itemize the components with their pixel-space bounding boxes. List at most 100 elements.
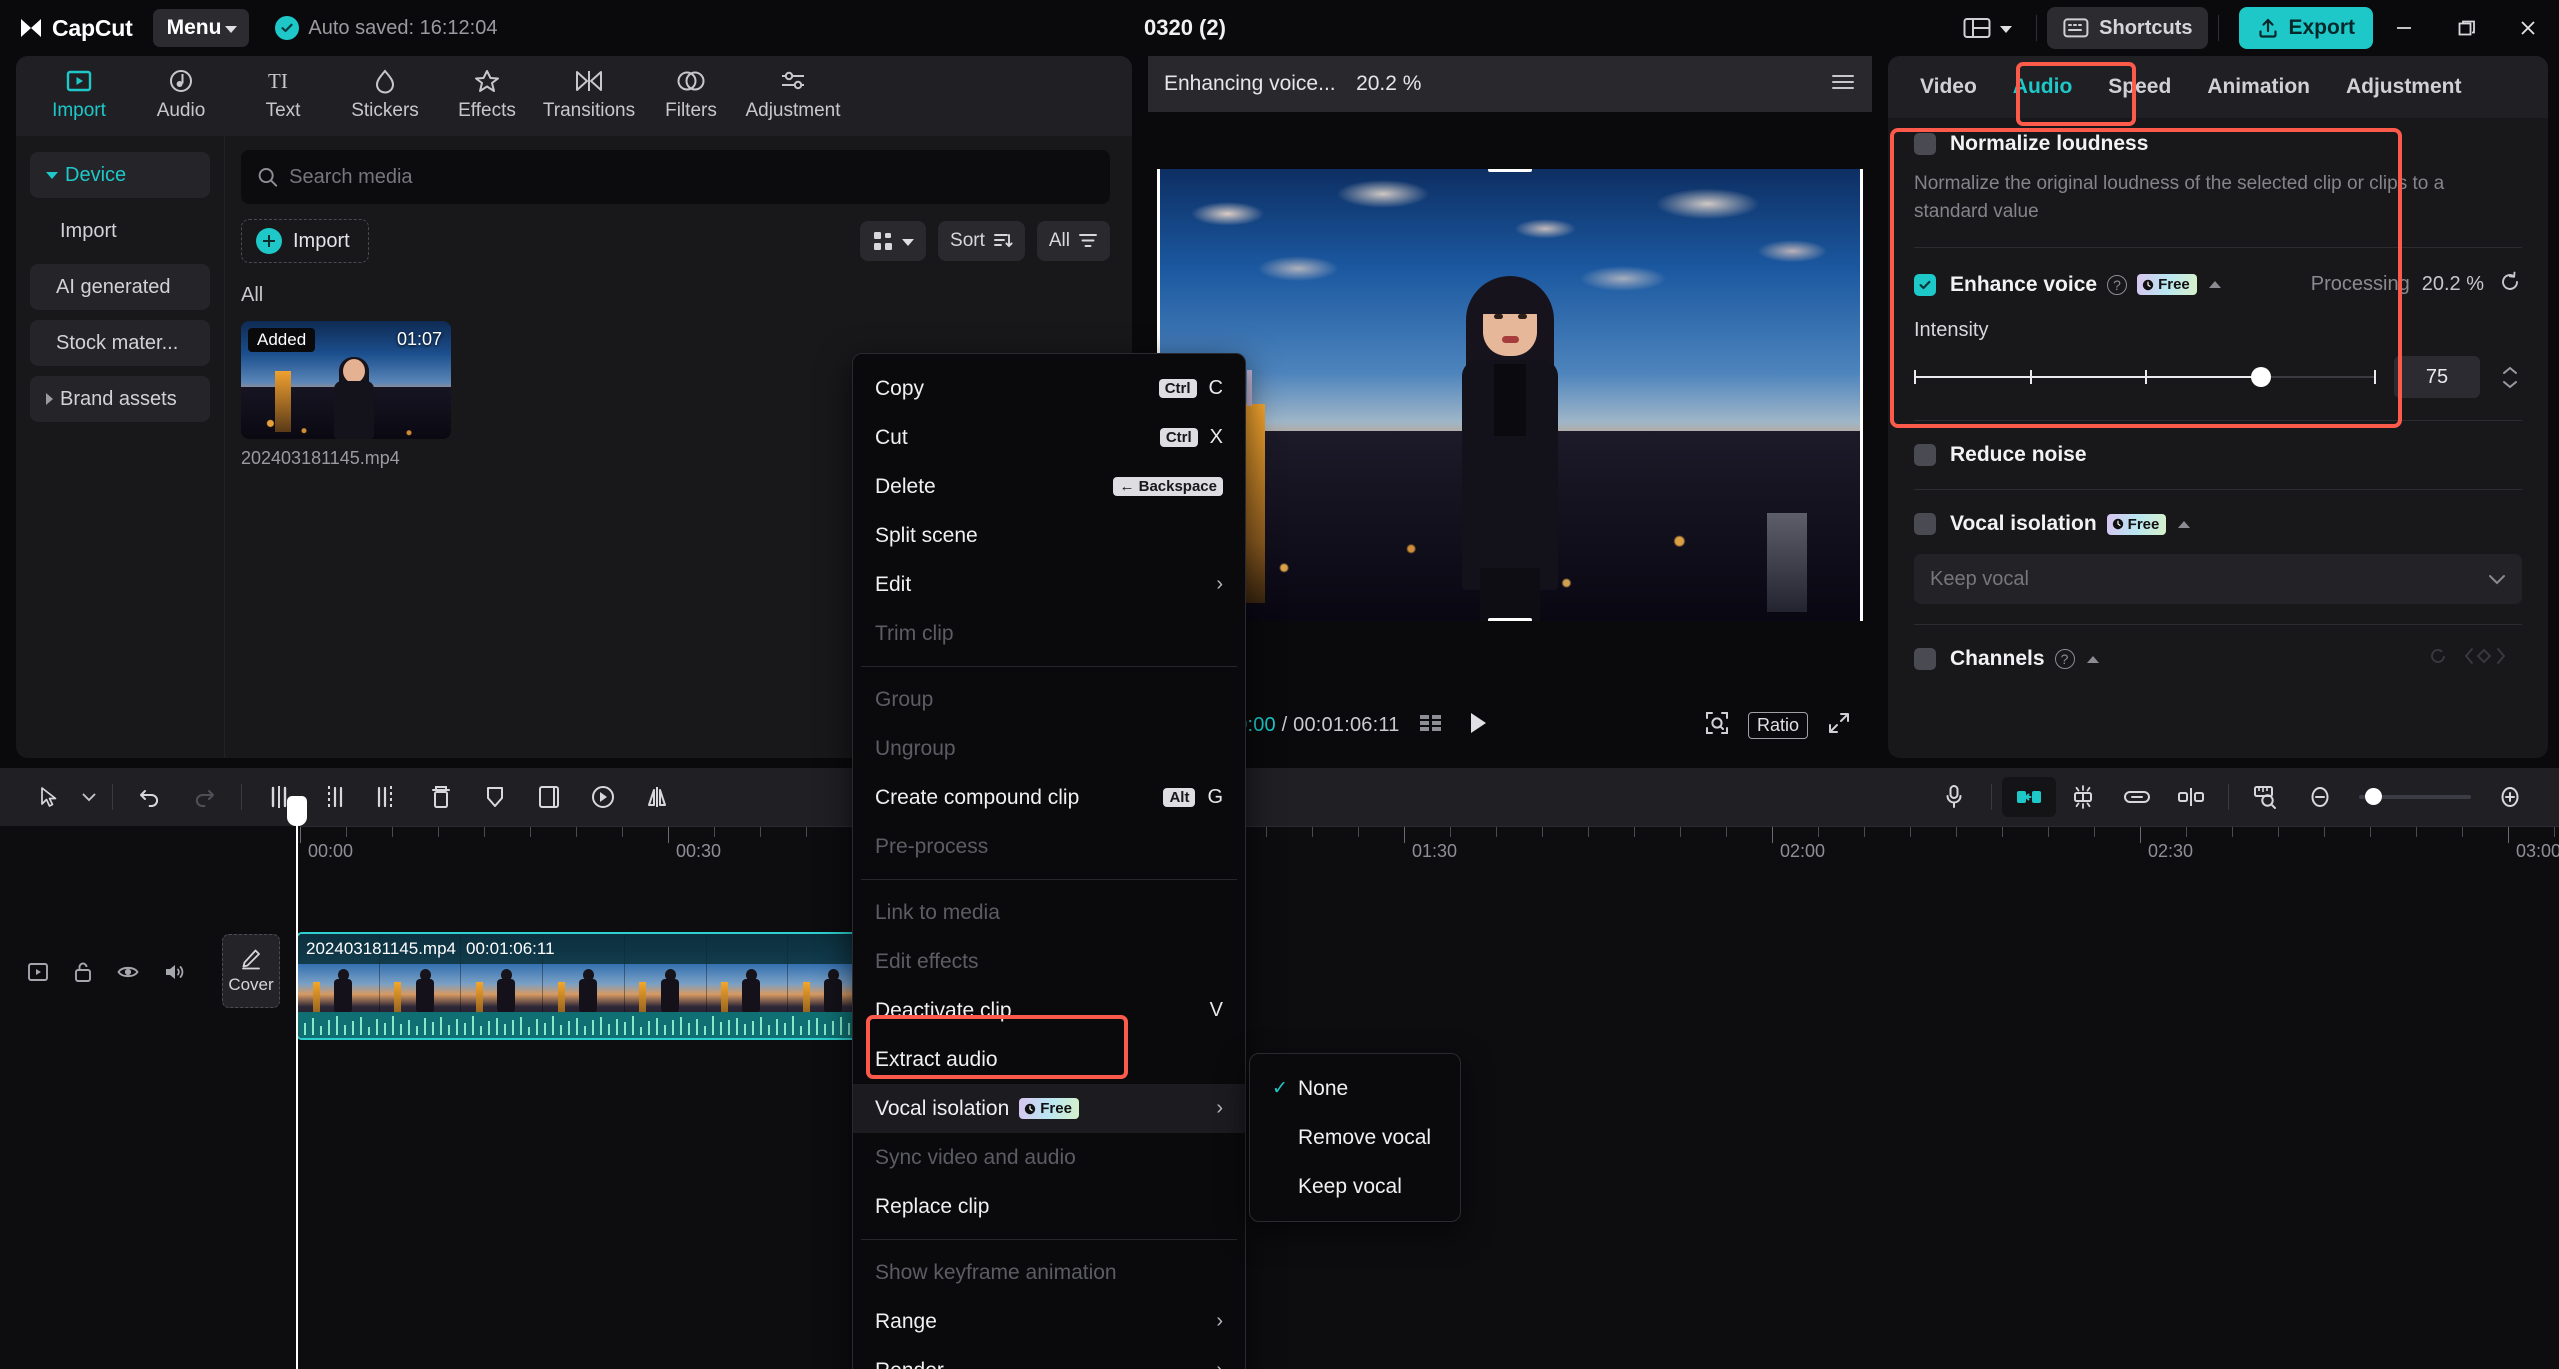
preview-axis-button[interactable] <box>2164 777 2218 817</box>
timeline-zoom-slider[interactable] <box>2359 795 2471 799</box>
filter-button[interactable]: All <box>1037 221 1110 261</box>
layout-switch-button[interactable] <box>1949 16 2026 40</box>
submenu-item-none[interactable]: ✓ None <box>1250 1064 1460 1113</box>
undo-button[interactable] <box>123 777 177 817</box>
trim-right-button[interactable] <box>360 777 414 817</box>
cover-button[interactable]: Cover <box>222 934 280 1008</box>
intensity-value[interactable]: 75 <box>2394 356 2480 398</box>
enhance-voice-checkbox[interactable] <box>1914 274 1936 296</box>
sidebar-item-import[interactable]: Import <box>30 208 210 254</box>
link-clips-button[interactable] <box>2110 777 2164 817</box>
vocal-isolation-checkbox[interactable] <box>1914 513 1936 535</box>
media-item[interactable]: Added 01:07 202403181145.mp4 <box>241 321 451 469</box>
redo-button[interactable] <box>177 777 231 817</box>
context-menu-item-cut[interactable]: Cut Ctrl X <box>853 413 1245 462</box>
context-menu-item-range[interactable]: Range › <box>853 1297 1245 1346</box>
intensity-slider[interactable] <box>1914 366 2376 388</box>
tab-adjustment[interactable]: Adjustment <box>2328 56 2480 118</box>
import-media-button[interactable]: Import <box>241 219 369 263</box>
track-mute-button[interactable] <box>162 960 186 989</box>
search-media-box[interactable] <box>241 150 1110 204</box>
context-menu-item-delete[interactable]: Delete ← Backspace <box>853 462 1245 511</box>
context-menu-item-vocal-isolation[interactable]: Vocal isolation Free › <box>853 1084 1245 1133</box>
keyframe-controls[interactable] <box>2426 645 2522 673</box>
zoom-in-button[interactable] <box>2483 777 2537 817</box>
tool-dropdown-button[interactable] <box>76 777 102 817</box>
slider-knob[interactable] <box>2251 367 2271 387</box>
marker-button[interactable] <box>468 777 522 817</box>
collapse-caret-icon[interactable] <box>2178 521 2190 528</box>
play-button[interactable] <box>1466 710 1490 741</box>
context-menu-item-create-compound-clip[interactable]: Create compound clip Alt G <box>853 773 1245 822</box>
crop-edge-right[interactable] <box>1860 169 1863 621</box>
context-menu-item-deactivate-clip[interactable]: Deactivate clip V <box>853 986 1245 1035</box>
sort-button[interactable]: Sort <box>938 221 1025 261</box>
menu-button[interactable]: Menu <box>153 9 250 47</box>
help-icon[interactable]: ? <box>2107 275 2127 295</box>
window-maximize-button[interactable] <box>2435 0 2497 56</box>
context-menu-item-edit[interactable]: Edit › <box>853 560 1245 609</box>
export-button[interactable]: Export <box>2239 7 2373 49</box>
tab-audio[interactable]: Audio <box>1995 56 2090 118</box>
crop-handle-top[interactable] <box>1488 169 1532 172</box>
preview-menu-button[interactable] <box>1830 72 1856 97</box>
reset-icon[interactable] <box>2498 270 2522 299</box>
tab-text[interactable]: TI Text <box>232 56 334 122</box>
auto-snap-button[interactable] <box>2002 777 2056 817</box>
track-lock-button[interactable] <box>72 960 94 989</box>
frame-list-button[interactable] <box>1418 712 1444 739</box>
media-thumbnail[interactable]: Added 01:07 <box>241 321 451 439</box>
reduce-noise-row[interactable]: Reduce noise <box>1914 443 2522 467</box>
video-preview-frame[interactable] <box>1157 169 1863 621</box>
tab-audio[interactable]: Audio <box>130 56 232 122</box>
tab-transitions[interactable]: Transitions <box>538 56 640 122</box>
shortcuts-button[interactable]: Shortcuts <box>2047 7 2208 49</box>
channels-row[interactable]: Channels ? <box>1914 645 2522 673</box>
window-minimize-button[interactable] <box>2373 0 2435 56</box>
select-tool-button[interactable] <box>22 777 76 817</box>
freeze-frame-button[interactable] <box>576 777 630 817</box>
sidebar-item-device[interactable]: Device <box>30 152 210 198</box>
timeline-playhead[interactable] <box>296 826 298 1369</box>
ratio-button[interactable]: Ratio <box>1748 712 1808 739</box>
vocal-isolation-select[interactable]: Keep vocal <box>1914 554 2522 604</box>
crop-handle-bottom[interactable] <box>1488 618 1532 621</box>
context-menu-item-render[interactable]: Render › <box>853 1346 1245 1369</box>
vocal-isolation-row[interactable]: Vocal isolation Free <box>1914 512 2522 536</box>
timeline-ruler[interactable]: 00:00 00:30 01:00 01:30 02:00 <box>300 826 2559 874</box>
sidebar-item-stock-materials[interactable]: Stock mater... <box>30 320 210 366</box>
tab-import[interactable]: Import <box>28 56 130 122</box>
zoom-out-button[interactable] <box>2293 777 2347 817</box>
help-icon[interactable]: ? <box>2055 649 2075 669</box>
window-close-button[interactable] <box>2497 0 2559 56</box>
tab-animation[interactable]: Animation <box>2189 56 2328 118</box>
record-voiceover-button[interactable] <box>1927 777 1981 817</box>
tab-video[interactable]: Video <box>1902 56 1995 118</box>
fullscreen-button[interactable] <box>1826 710 1852 741</box>
normalize-loudness-checkbox[interactable] <box>1914 133 1936 155</box>
adsorb-button[interactable] <box>2056 777 2110 817</box>
normalize-loudness-row[interactable]: Normalize loudness <box>1914 132 2522 156</box>
context-menu-item-split-scene[interactable]: Split scene <box>853 511 1245 560</box>
search-input[interactable] <box>289 166 1094 189</box>
context-menu-item-replace-clip[interactable]: Replace clip <box>853 1182 1245 1231</box>
submenu-item-keep-vocal[interactable]: Keep vocal <box>1250 1162 1460 1211</box>
tab-speed[interactable]: Speed <box>2090 56 2189 118</box>
track-visibility-button[interactable] <box>116 960 140 989</box>
zoom-to-fit-timeline-button[interactable] <box>2239 777 2293 817</box>
collapse-caret-icon[interactable] <box>2087 656 2099 663</box>
tab-adjustment[interactable]: Adjustment <box>742 56 844 122</box>
playhead-handle[interactable] <box>287 796 307 826</box>
enhance-voice-row[interactable]: Enhance voice ? Free Processing 20.2 % <box>1914 270 2522 299</box>
submenu-item-remove-vocal[interactable]: Remove vocal <box>1250 1113 1460 1162</box>
reduce-noise-checkbox[interactable] <box>1914 444 1936 466</box>
intensity-stepper[interactable] <box>2498 366 2522 389</box>
sidebar-item-brand-assets[interactable]: Brand assets <box>30 376 210 422</box>
channels-checkbox[interactable] <box>1914 648 1936 670</box>
sidebar-item-ai-generated[interactable]: AI generated <box>30 264 210 310</box>
collapse-caret-icon[interactable] <box>2209 281 2221 288</box>
tab-filters[interactable]: Filters <box>640 56 742 122</box>
crop-button[interactable] <box>522 777 576 817</box>
delete-button[interactable] <box>414 777 468 817</box>
trim-left-button[interactable] <box>306 777 360 817</box>
